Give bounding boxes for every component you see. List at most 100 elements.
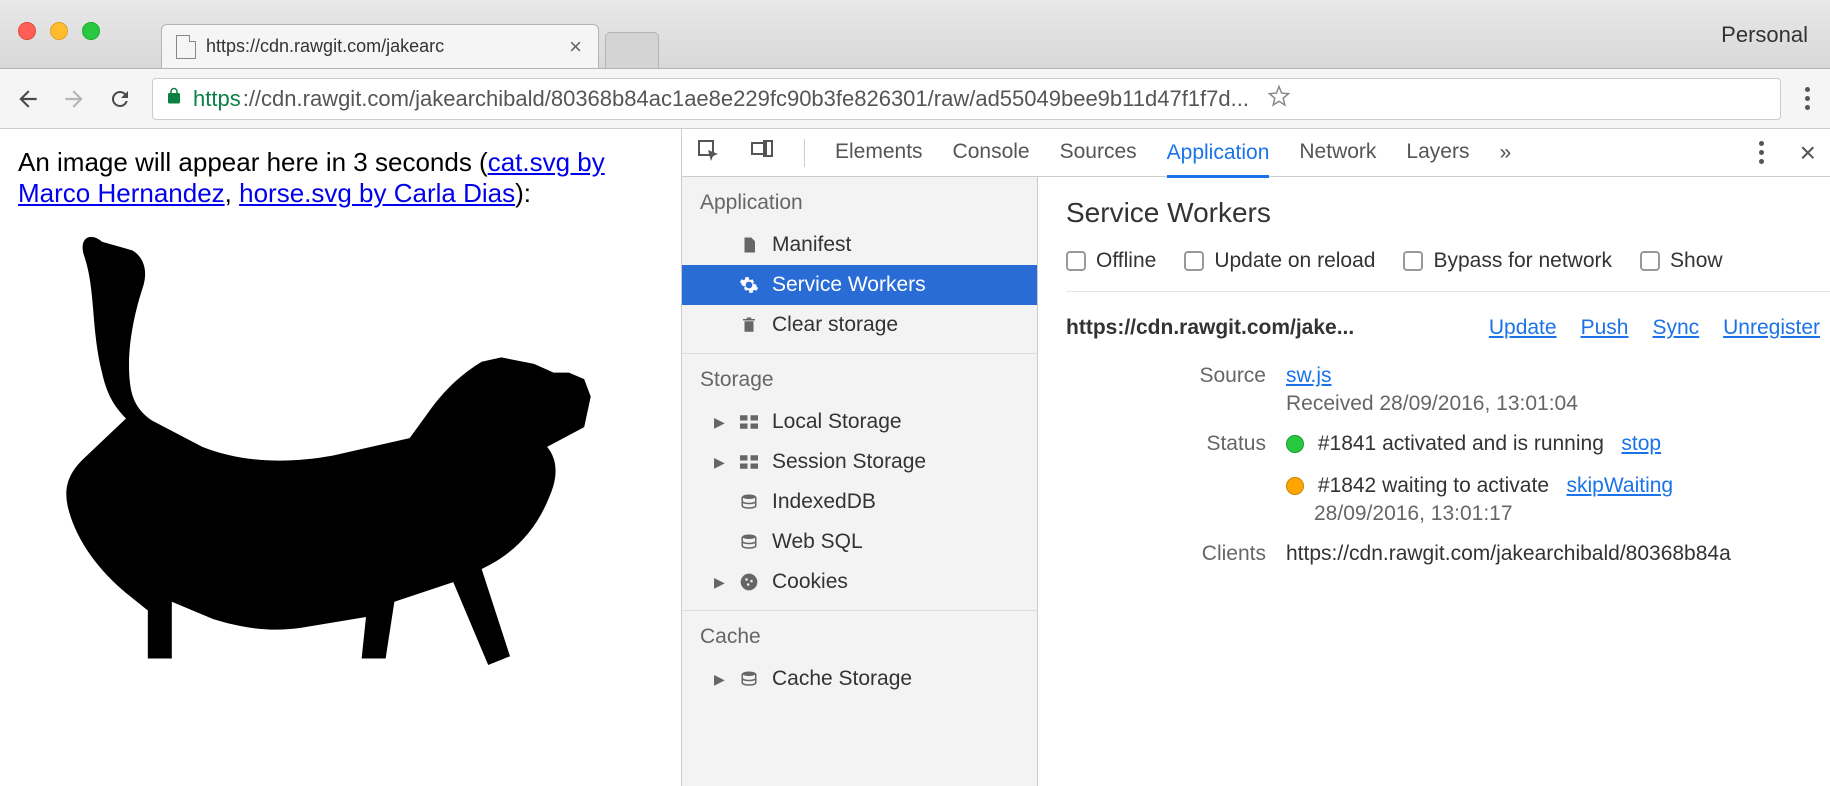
tab-sources[interactable]: Sources [1060, 140, 1137, 166]
minimize-window-button[interactable] [50, 22, 68, 40]
sw-clients-value: https://cdn.rawgit.com/jakearchibald/803… [1286, 542, 1830, 566]
tab-elements[interactable]: Elements [835, 140, 923, 166]
close-window-button[interactable] [18, 22, 36, 40]
caret-icon: ▶ [714, 574, 726, 591]
sidebar-section-storage: Storage [682, 353, 1037, 402]
sw-status-2-action[interactable]: skipWaiting [1567, 474, 1674, 497]
checkbox-update-on-reload[interactable]: Update on reload [1184, 249, 1375, 273]
sw-source-received: Received 28/09/2016, 13:01:04 [1286, 392, 1830, 416]
devtools-main-panel: Service Workers Offline Update on reload… [1038, 177, 1830, 786]
browser-menu-button[interactable] [1799, 87, 1816, 110]
sidebar-item-label: Session Storage [772, 450, 926, 474]
gear-icon [738, 275, 760, 295]
grid-icon [738, 455, 760, 469]
tab-console[interactable]: Console [953, 140, 1030, 166]
sidebar-item-label: Service Workers [772, 273, 926, 297]
sidebar-item-indexeddb[interactable]: IndexedDB [682, 482, 1037, 522]
sw-action-update[interactable]: Update [1489, 316, 1557, 340]
lock-icon [165, 86, 183, 112]
sidebar-item-manifest[interactable]: Manifest [682, 225, 1037, 265]
page-content: An image will appear here in 3 seconds (… [0, 129, 681, 786]
sw-origin-row: https://cdn.rawgit.com/jake... Update Pu… [1066, 316, 1830, 340]
devtools-close-button[interactable]: × [1800, 137, 1816, 169]
content-area: An image will appear here in 3 seconds (… [0, 129, 1830, 786]
database-icon [738, 532, 760, 552]
browser-toolbar: https ://cdn.rawgit.com/jakearchibald/80… [0, 69, 1830, 129]
new-tab-placeholder[interactable] [605, 32, 659, 68]
caret-icon: ▶ [714, 671, 726, 688]
sidebar-item-label: IndexedDB [772, 490, 876, 514]
address-bar[interactable]: https ://cdn.rawgit.com/jakearchibald/80… [152, 78, 1781, 120]
checkbox-bypass-for-network[interactable]: Bypass for network [1403, 249, 1612, 273]
sidebar-item-label: Web SQL [772, 530, 863, 554]
sidebar-item-label: Cookies [772, 570, 848, 594]
status-dot-orange-icon [1286, 477, 1304, 495]
url-path: ://cdn.rawgit.com/jakearchibald/80368b84… [243, 86, 1249, 112]
sw-status-2-text: #1842 waiting to activate [1318, 474, 1549, 497]
sidebar-item-cookies[interactable]: ▶ Cookies [682, 562, 1037, 602]
close-tab-button[interactable]: × [569, 34, 582, 60]
sidebar-item-websql[interactable]: Web SQL [682, 522, 1037, 562]
devtools-menu-button[interactable] [1753, 141, 1770, 164]
sw-origin: https://cdn.rawgit.com/jake... [1066, 316, 1465, 340]
sidebar-item-session-storage[interactable]: ▶ Session Storage [682, 442, 1037, 482]
browser-tab-active[interactable]: https://cdn.rawgit.com/jakearc × [161, 24, 599, 68]
panel-options-row: Offline Update on reload Bypass for netw… [1066, 249, 1830, 292]
maximize-window-button[interactable] [82, 22, 100, 40]
tab-application[interactable]: Application [1167, 141, 1270, 178]
devtools-sidebar: Application Manifest Service Workers Cle… [682, 177, 1038, 786]
sidebar-section-application: Application [682, 177, 1037, 225]
sw-status-1-action[interactable]: stop [1621, 432, 1661, 455]
sw-status-value: #1841 activated and is running stop #184… [1286, 432, 1830, 526]
sidebar-item-label: Clear storage [772, 313, 898, 337]
caret-icon: ▶ [714, 414, 726, 431]
sw-status-1-text: #1841 activated and is running [1318, 432, 1604, 455]
sidebar-item-service-workers[interactable]: Service Workers [682, 265, 1037, 305]
devtools-tabbar: Elements Console Sources Application Net… [682, 129, 1830, 177]
sidebar-section-cache: Cache [682, 610, 1037, 659]
sidebar-item-label: Local Storage [772, 410, 902, 434]
sidebar-item-local-storage[interactable]: ▶ Local Storage [682, 402, 1037, 442]
url-scheme: https [193, 86, 241, 112]
sidebar-item-label: Cache Storage [772, 667, 912, 691]
devtools-panel: Elements Console Sources Application Net… [681, 129, 1830, 786]
sidebar-item-cache-storage[interactable]: ▶ Cache Storage [682, 659, 1037, 699]
sw-action-unregister[interactable]: Unregister [1723, 316, 1820, 340]
bookmark-star-icon[interactable] [1267, 84, 1291, 114]
more-tabs-icon[interactable]: » [1499, 141, 1511, 165]
browser-tab-strip: https://cdn.rawgit.com/jakearc × Persona… [0, 0, 1830, 69]
cookie-icon [738, 572, 760, 592]
back-button[interactable] [14, 85, 42, 113]
sw-clients-label: Clients [1066, 542, 1266, 566]
sw-status-2-time: 28/09/2016, 13:01:17 [1314, 502, 1830, 526]
tab-network[interactable]: Network [1299, 140, 1376, 166]
profile-label[interactable]: Personal [1721, 22, 1808, 48]
device-toolbar-icon[interactable] [750, 138, 774, 168]
sidebar-item-label: Manifest [772, 233, 851, 257]
tab-layers[interactable]: Layers [1406, 140, 1469, 166]
sw-details-table: Source sw.js Received 28/09/2016, 13:01:… [1066, 364, 1830, 566]
forward-button[interactable] [60, 85, 88, 113]
page-text: An image will appear here in 3 seconds ( [18, 147, 488, 177]
grid-icon [738, 415, 760, 429]
cat-image [18, 209, 618, 689]
sw-status-label: Status [1066, 432, 1266, 456]
file-icon [738, 235, 760, 255]
sw-source-label: Source [1066, 364, 1266, 388]
tab-title: https://cdn.rawgit.com/jakearc [206, 36, 444, 57]
sw-source-link[interactable]: sw.js [1286, 364, 1332, 387]
inspect-element-icon[interactable] [696, 138, 720, 168]
panel-title: Service Workers [1066, 197, 1830, 229]
file-icon [176, 35, 196, 59]
checkbox-offline[interactable]: Offline [1066, 249, 1156, 273]
window-controls[interactable] [18, 22, 100, 40]
link-horse-svg[interactable]: horse.svg by Carla Dias [239, 178, 515, 208]
trash-icon [738, 315, 760, 335]
caret-icon: ▶ [714, 454, 726, 471]
reload-button[interactable] [106, 85, 134, 113]
checkbox-show[interactable]: Show [1640, 249, 1723, 273]
sw-action-sync[interactable]: Sync [1652, 316, 1699, 340]
sidebar-item-clear-storage[interactable]: Clear storage [682, 305, 1037, 345]
sw-action-push[interactable]: Push [1581, 316, 1629, 340]
status-dot-green-icon [1286, 435, 1304, 453]
